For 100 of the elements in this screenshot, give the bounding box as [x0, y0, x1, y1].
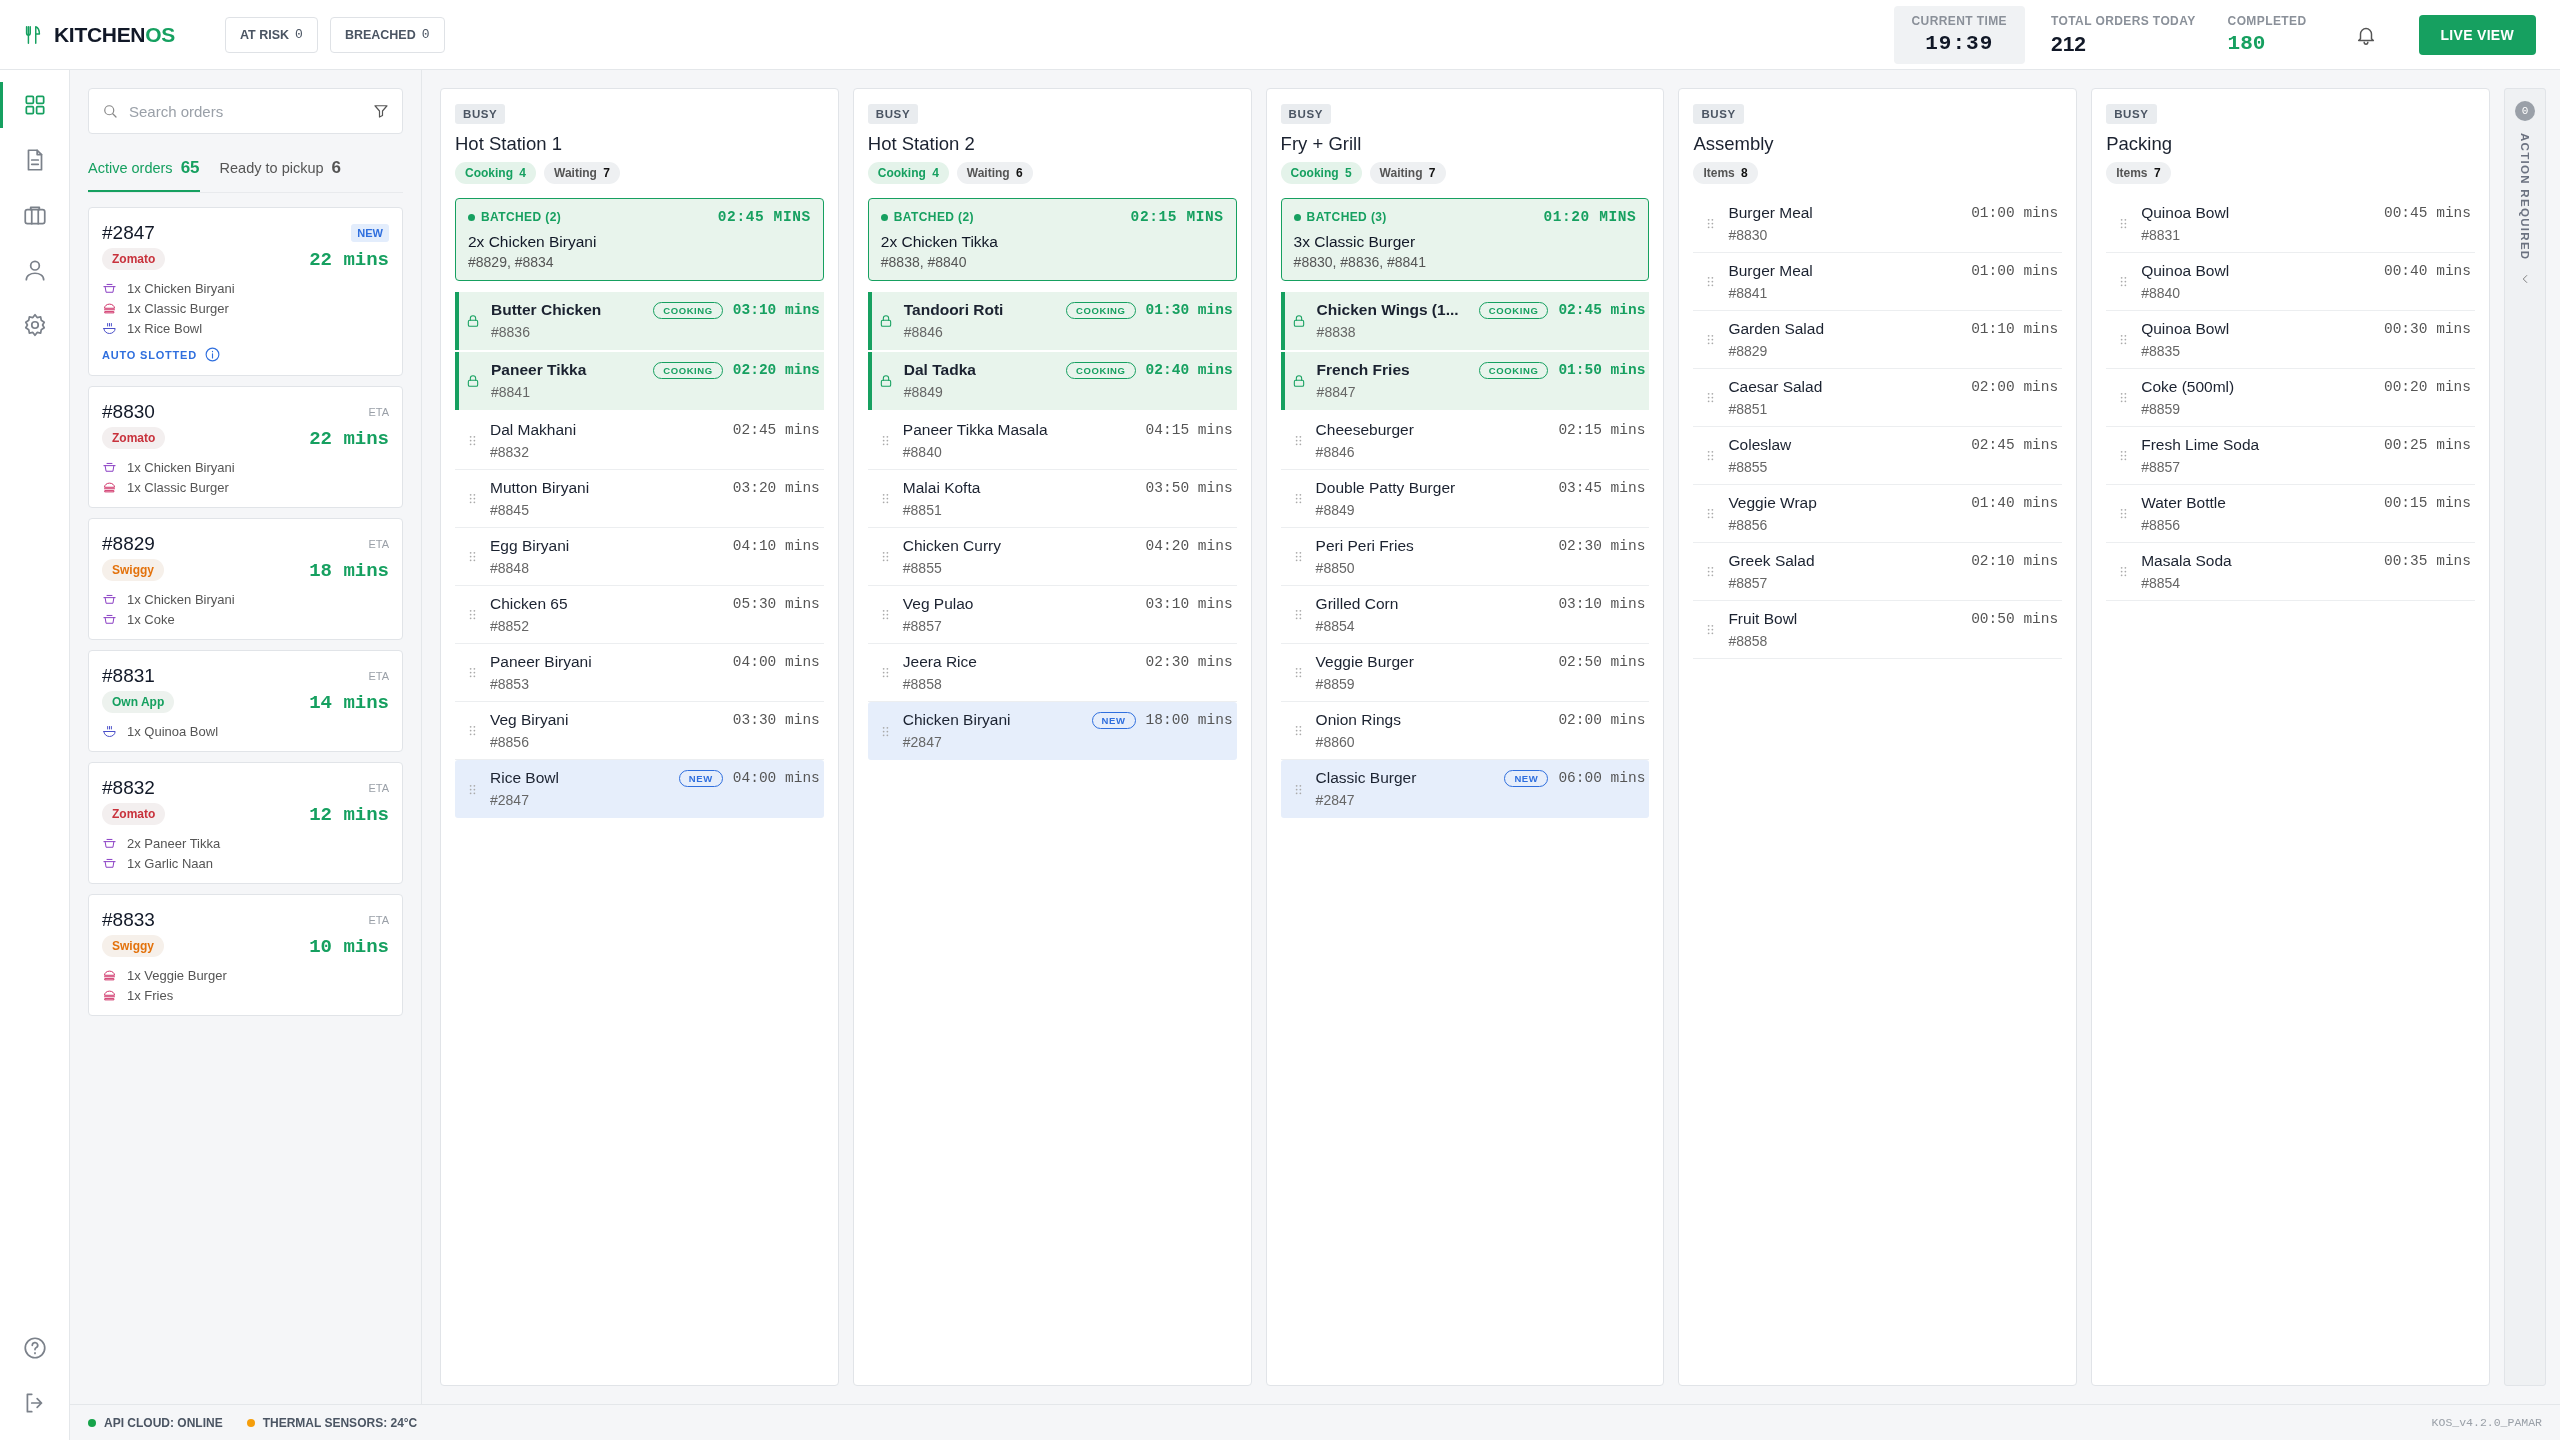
- item-timer: 04:10 mins: [732, 537, 820, 554]
- order-item: 1x Coke: [127, 612, 175, 627]
- source-tag: Swiggy: [102, 559, 164, 581]
- ticket-row[interactable]: Paneer Tikka #8841 COOKING 02:20 mins: [455, 352, 824, 410]
- order-number: #8838: [1316, 324, 1357, 340]
- ticket-row[interactable]: Masala Soda #8854 00:35 mins: [2106, 543, 2475, 601]
- item-name: Paneer Biryani: [490, 653, 593, 671]
- order-card[interactable]: #8829 ETA Swiggy 18 mins 1x Chicken Biryani 1x Coke: [88, 518, 403, 640]
- ticket-row[interactable]: Cheeseburger #8846 02:15 mins: [1280, 412, 1650, 470]
- ticket-row[interactable]: Veg Pulao #8857 03:10 mins: [867, 586, 1237, 644]
- stat-label: TOTAL ORDERS TODAY: [2051, 13, 2196, 28]
- ticket-row[interactable]: Chicken 65 #8852 05:30 mins: [455, 586, 824, 644]
- item-name: Dal Tadka: [903, 361, 977, 379]
- ticket-row[interactable]: Fruit Bowl #8858 00:50 mins: [1693, 601, 2063, 659]
- ticket-row[interactable]: Grilled Corn #8854 03:10 mins: [1280, 586, 1650, 644]
- batch-card[interactable]: BATCHED (2) 02:45 MINS 2x Chicken Biryani #8829, #8834: [455, 198, 824, 281]
- alert-filter-button[interactable]: AT RISK 0: [225, 16, 318, 53]
- item-timer: 04:20 mins: [1145, 537, 1233, 554]
- order-card[interactable]: #8831 ETA Own App 14 mins 1x Quinoa Bowl: [88, 650, 403, 752]
- ticket-row[interactable]: Greek Salad #8857 02:10 mins: [1693, 543, 2063, 601]
- order-card[interactable]: #8830 ETA Zomato 22 mins 1x Chicken Biryani 1x Classic Burger: [88, 386, 403, 508]
- item-name: Egg Biryani: [490, 537, 571, 555]
- ticket-row[interactable]: Malai Kofta #8851 03:50 mins: [867, 470, 1237, 528]
- order-card[interactable]: #2847 NEW Zomato 22 mins 1x Chicken Biryani 1x Classic Burger 1x Rice Bowl AUTO SLOTTED: [88, 207, 403, 376]
- item-name: Coleslaw: [1728, 436, 1793, 454]
- auto-slotted-label: AUTO SLOTTED: [102, 348, 197, 361]
- ticket-row[interactable]: Double Patty Burger #8849 03:45 mins: [1280, 470, 1650, 528]
- item-timer: 03:50 mins: [1145, 479, 1233, 496]
- ticket-row[interactable]: Paneer Tikka Masala #8840 04:15 mins: [867, 412, 1237, 470]
- ticket-row[interactable]: Quinoa Bowl #8831 00:45 mins: [2106, 195, 2475, 253]
- ticket-row[interactable]: French Fries #8847 COOKING 01:50 mins: [1280, 352, 1650, 410]
- batch-timer: 01:20 MINS: [1543, 209, 1637, 225]
- order-number: #8857: [902, 618, 943, 634]
- item-timer: 01:00 mins: [1971, 204, 2059, 221]
- batch-card[interactable]: BATCHED (2) 02:15 MINS 2x Chicken Tikka #8838, #8840: [867, 198, 1237, 281]
- order-card[interactable]: #8833 ETA Swiggy 10 mins 1x Veggie Burger 1x Fries: [88, 894, 403, 1016]
- order-number: #8832: [490, 444, 530, 460]
- order-number: #8854: [2141, 575, 2182, 591]
- ticket-row[interactable]: Water Bottle #8856 00:15 mins: [2106, 485, 2475, 543]
- info-icon[interactable]: [203, 346, 221, 363]
- ticket-row[interactable]: Peri Peri Fries #8850 02:30 mins: [1280, 528, 1650, 586]
- item-timer: 01:40 mins: [1971, 494, 2059, 511]
- ticket-row[interactable]: Classic Burger #2847 NEW 06:00 mins: [1280, 760, 1650, 818]
- order-number: #8852: [490, 618, 530, 634]
- batch-orders: #8838, #8840: [880, 254, 968, 270]
- order-number: #8835: [2141, 343, 2182, 359]
- eta-time: 12 mins: [309, 804, 389, 826]
- order-item: 1x Classic Burger: [127, 301, 229, 316]
- item-name: Chicken 65: [490, 595, 569, 613]
- ticket-row[interactable]: Garden Salad #8829 01:10 mins: [1693, 311, 2063, 369]
- ticket-row[interactable]: Chicken Biryani #2847 NEW 18:00 mins: [867, 702, 1237, 760]
- status-dot: [468, 213, 475, 221]
- item-timer: 04:00 mins: [732, 769, 820, 786]
- item-timer: 02:50 mins: [1558, 653, 1646, 670]
- item-name: Grilled Corn: [1315, 595, 1400, 613]
- batch-orders: #8829, #8834: [468, 254, 555, 270]
- order-number: #2847: [902, 734, 943, 750]
- ticket-row[interactable]: Burger Meal #8830 01:00 mins: [1693, 195, 2063, 253]
- ticket-row[interactable]: Coke (500ml) #8859 00:20 mins: [2106, 369, 2475, 427]
- alert-filter-button[interactable]: BREACHED 0: [329, 16, 445, 53]
- ticket-row[interactable]: Quinoa Bowl #8840 00:40 mins: [2106, 253, 2475, 311]
- ticket-row[interactable]: Coleslaw #8855 02:45 mins: [1693, 427, 2063, 485]
- ticket-row[interactable]: Tandoori Roti #8846 COOKING 01:30 mins: [867, 292, 1237, 350]
- order-item: 1x Chicken Biryani: [127, 592, 235, 607]
- search-field[interactable]: Search orders: [88, 88, 403, 134]
- ticket-row[interactable]: Rice Bowl #2847 NEW 04:00 mins: [455, 760, 824, 818]
- pot-icon: [102, 612, 117, 627]
- ticket-row[interactable]: Dal Tadka #8849 COOKING 02:40 mins: [867, 352, 1237, 410]
- ticket-row[interactable]: Quinoa Bowl #8835 00:30 mins: [2106, 311, 2475, 369]
- item-timer: 00:30 mins: [2383, 320, 2471, 337]
- help-icon[interactable]: [21, 1335, 48, 1361]
- status-badge: BUSY: [455, 104, 506, 124]
- ticket-row[interactable]: Chicken Curry #8855 04:20 mins: [867, 528, 1237, 586]
- pot-icon: [102, 460, 117, 475]
- ticket-row[interactable]: Egg Biryani #8848 04:10 mins: [455, 528, 824, 586]
- ticket-row[interactable]: Burger Meal #8841 01:00 mins: [1693, 253, 2063, 311]
- ticket-row[interactable]: Fresh Lime Soda #8857 00:25 mins: [2106, 427, 2475, 485]
- ticket-row[interactable]: Dal Makhani #8832 02:45 mins: [455, 412, 824, 470]
- ticket-row[interactable]: Chicken Wings (1... #8838 COOKING 02:45 mins: [1280, 292, 1650, 350]
- bowl-icon: [102, 724, 117, 739]
- batch-card[interactable]: BATCHED (3) 01:20 MINS 3x Classic Burger #8830, #8836, #8841: [1280, 198, 1650, 281]
- ticket-row[interactable]: Paneer Biryani #8853 04:00 mins: [455, 644, 824, 702]
- batch-label: BATCHED (2): [481, 210, 562, 224]
- item-name: Veg Pulao: [902, 595, 975, 613]
- ticket-row[interactable]: Butter Chicken #8836 COOKING 03:10 mins: [455, 292, 824, 350]
- filter-icon[interactable]: [372, 102, 390, 120]
- item-timer: 02:45 mins: [1971, 436, 2059, 453]
- stat-label: CURRENT TIME: [1911, 14, 2007, 28]
- ticket-row[interactable]: Veggie Wrap #8856 01:40 mins: [1693, 485, 2063, 543]
- pot-icon: [102, 281, 117, 296]
- batch-title: 3x Classic Burger: [1293, 233, 1417, 251]
- order-card[interactable]: #8832 ETA Zomato 12 mins 2x Paneer Tikka 1x Garlic Naan: [88, 762, 403, 884]
- ticket-row[interactable]: Caesar Salad #8851 02:00 mins: [1693, 369, 2063, 427]
- item-name: Mutton Biryani: [490, 479, 591, 497]
- orders-tab[interactable]: Ready to pickup 6: [219, 150, 342, 192]
- action-required-panel[interactable]: 0 ACTION REQUIRED: [2504, 88, 2546, 1386]
- ticket-row[interactable]: Mutton Biryani #8845 03:20 mins: [455, 470, 824, 528]
- ticket-row[interactable]: Veggie Burger #8859 02:50 mins: [1280, 644, 1650, 702]
- status-text: API CLOUD: ONLINE: [104, 1415, 223, 1430]
- order-number: #8832: [102, 777, 155, 799]
